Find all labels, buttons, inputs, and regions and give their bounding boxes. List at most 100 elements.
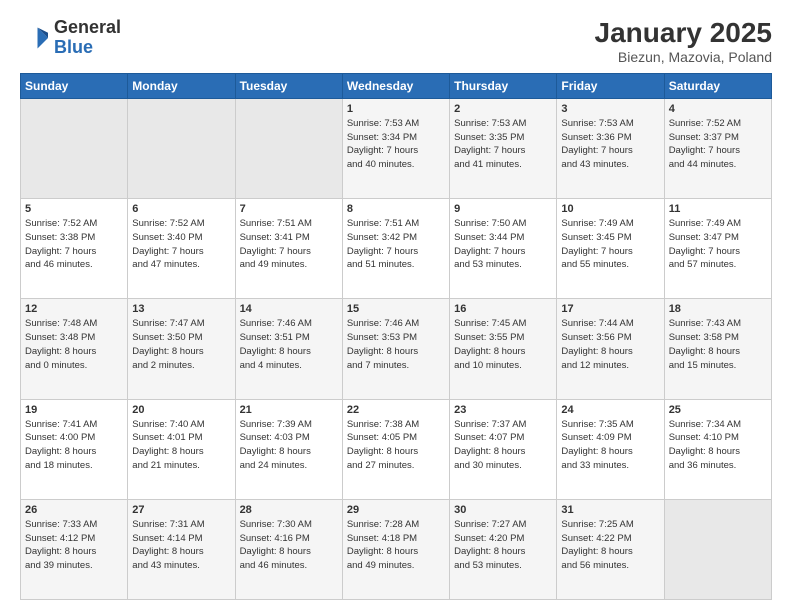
day-number: 4 (669, 103, 767, 115)
calendar-week-4: 19 Sunrise: 7:41 AM Sunset: 4:00 PM Dayli… (21, 399, 772, 499)
calendar-header-row: SundayMondayTuesdayWednesdayThursdayFrid… (21, 73, 772, 98)
calendar-cell: 23 Sunrise: 7:37 AM Sunset: 4:07 PM Dayli… (450, 399, 557, 499)
day-info: Sunrise: 7:49 AM Sunset: 3:45 PM Dayligh… (561, 217, 659, 272)
day-header-tuesday: Tuesday (235, 73, 342, 98)
day-number: 7 (240, 203, 338, 215)
calendar-cell (21, 98, 128, 198)
day-info: Sunrise: 7:48 AM Sunset: 3:48 PM Dayligh… (25, 317, 123, 372)
day-number: 18 (669, 303, 767, 315)
day-header-monday: Monday (128, 73, 235, 98)
day-info: Sunrise: 7:53 AM Sunset: 3:36 PM Dayligh… (561, 117, 659, 172)
calendar-cell: 22 Sunrise: 7:38 AM Sunset: 4:05 PM Dayli… (342, 399, 449, 499)
day-number: 20 (132, 404, 230, 416)
calendar-cell: 25 Sunrise: 7:34 AM Sunset: 4:10 PM Dayli… (664, 399, 771, 499)
day-info: Sunrise: 7:39 AM Sunset: 4:03 PM Dayligh… (240, 418, 338, 473)
day-info: Sunrise: 7:46 AM Sunset: 3:51 PM Dayligh… (240, 317, 338, 372)
calendar-cell: 29 Sunrise: 7:28 AM Sunset: 4:18 PM Dayli… (342, 499, 449, 599)
calendar-week-3: 12 Sunrise: 7:48 AM Sunset: 3:48 PM Dayli… (21, 299, 772, 399)
day-number: 11 (669, 203, 767, 215)
day-header-friday: Friday (557, 73, 664, 98)
day-number: 10 (561, 203, 659, 215)
day-number: 23 (454, 404, 552, 416)
calendar-cell: 14 Sunrise: 7:46 AM Sunset: 3:51 PM Dayli… (235, 299, 342, 399)
calendar-week-5: 26 Sunrise: 7:33 AM Sunset: 4:12 PM Dayli… (21, 499, 772, 599)
calendar-cell: 24 Sunrise: 7:35 AM Sunset: 4:09 PM Dayli… (557, 399, 664, 499)
day-number: 24 (561, 404, 659, 416)
calendar-cell: 15 Sunrise: 7:46 AM Sunset: 3:53 PM Dayli… (342, 299, 449, 399)
day-info: Sunrise: 7:45 AM Sunset: 3:55 PM Dayligh… (454, 317, 552, 372)
day-info: Sunrise: 7:31 AM Sunset: 4:14 PM Dayligh… (132, 518, 230, 573)
calendar-cell: 17Sunrise: 7:44 AM Sunset: 3:56 PM Dayli… (557, 299, 664, 399)
calendar-cell: 5 Sunrise: 7:52 AM Sunset: 3:38 PM Daylig… (21, 199, 128, 299)
calendar-cell (128, 98, 235, 198)
day-number: 9 (454, 203, 552, 215)
day-number: 13 (132, 303, 230, 315)
day-number: 19 (25, 404, 123, 416)
day-info: Sunrise: 7:52 AM Sunset: 3:38 PM Dayligh… (25, 217, 123, 272)
calendar-cell: 13 Sunrise: 7:47 AM Sunset: 3:50 PM Dayli… (128, 299, 235, 399)
day-info: Sunrise: 7:41 AM Sunset: 4:00 PM Dayligh… (25, 418, 123, 473)
day-number: 22 (347, 404, 445, 416)
logo-blue-text: Blue (54, 37, 93, 57)
day-number: 6 (132, 203, 230, 215)
calendar-cell: 27 Sunrise: 7:31 AM Sunset: 4:14 PM Dayli… (128, 499, 235, 599)
calendar-week-1: 1 Sunrise: 7:53 AM Sunset: 3:34 PM Daylig… (21, 98, 772, 198)
day-info: Sunrise: 7:28 AM Sunset: 4:18 PM Dayligh… (347, 518, 445, 573)
day-number: 21 (240, 404, 338, 416)
day-number: 1 (347, 103, 445, 115)
day-info: Sunrise: 7:44 AM Sunset: 3:56 PM Dayligh… (561, 317, 659, 372)
day-info: Sunrise: 7:49 AM Sunset: 3:47 PM Dayligh… (669, 217, 767, 272)
day-number: 14 (240, 303, 338, 315)
page: General Blue January 2025 Biezun, Mazovi… (0, 0, 792, 612)
title-block: January 2025 Biezun, Mazovia, Poland (595, 18, 772, 65)
day-info: Sunrise: 7:30 AM Sunset: 4:16 PM Dayligh… (240, 518, 338, 573)
calendar-cell: 19 Sunrise: 7:41 AM Sunset: 4:00 PM Dayli… (21, 399, 128, 499)
day-info: Sunrise: 7:25 AM Sunset: 4:22 PM Dayligh… (561, 518, 659, 573)
calendar-cell: 6Sunrise: 7:52 AM Sunset: 3:40 PM Daylig… (128, 199, 235, 299)
logo-text: General Blue (54, 18, 121, 58)
day-info: Sunrise: 7:37 AM Sunset: 4:07 PM Dayligh… (454, 418, 552, 473)
calendar-title: January 2025 (595, 18, 772, 49)
calendar-cell: 16Sunrise: 7:45 AM Sunset: 3:55 PM Dayli… (450, 299, 557, 399)
day-info: Sunrise: 7:52 AM Sunset: 3:37 PM Dayligh… (669, 117, 767, 172)
day-info: Sunrise: 7:35 AM Sunset: 4:09 PM Dayligh… (561, 418, 659, 473)
day-number: 28 (240, 504, 338, 516)
day-info: Sunrise: 7:53 AM Sunset: 3:35 PM Dayligh… (454, 117, 552, 172)
day-number: 15 (347, 303, 445, 315)
calendar-cell: 2Sunrise: 7:53 AM Sunset: 3:35 PM Daylig… (450, 98, 557, 198)
calendar-cell: 18 Sunrise: 7:43 AM Sunset: 3:58 PM Dayli… (664, 299, 771, 399)
calendar-cell: 7Sunrise: 7:51 AM Sunset: 3:41 PM Daylig… (235, 199, 342, 299)
day-info: Sunrise: 7:38 AM Sunset: 4:05 PM Dayligh… (347, 418, 445, 473)
day-info: Sunrise: 7:43 AM Sunset: 3:58 PM Dayligh… (669, 317, 767, 372)
day-info: Sunrise: 7:53 AM Sunset: 3:34 PM Dayligh… (347, 117, 445, 172)
day-number: 31 (561, 504, 659, 516)
calendar-cell: 8Sunrise: 7:51 AM Sunset: 3:42 PM Daylig… (342, 199, 449, 299)
day-number: 25 (669, 404, 767, 416)
calendar-cell: 21 Sunrise: 7:39 AM Sunset: 4:03 PM Dayli… (235, 399, 342, 499)
header: General Blue January 2025 Biezun, Mazovi… (20, 18, 772, 65)
calendar-cell: 26 Sunrise: 7:33 AM Sunset: 4:12 PM Dayli… (21, 499, 128, 599)
day-info: Sunrise: 7:47 AM Sunset: 3:50 PM Dayligh… (132, 317, 230, 372)
calendar-cell (664, 499, 771, 599)
calendar-cell: 31 Sunrise: 7:25 AM Sunset: 4:22 PM Dayli… (557, 499, 664, 599)
calendar-cell (235, 98, 342, 198)
day-header-sunday: Sunday (21, 73, 128, 98)
day-number: 29 (347, 504, 445, 516)
calendar-cell: 4 Sunrise: 7:52 AM Sunset: 3:37 PM Daylig… (664, 98, 771, 198)
day-info: Sunrise: 7:50 AM Sunset: 3:44 PM Dayligh… (454, 217, 552, 272)
calendar-cell: 11 Sunrise: 7:49 AM Sunset: 3:47 PM Dayli… (664, 199, 771, 299)
day-number: 3 (561, 103, 659, 115)
day-header-saturday: Saturday (664, 73, 771, 98)
day-info: Sunrise: 7:33 AM Sunset: 4:12 PM Dayligh… (25, 518, 123, 573)
calendar-cell: 20Sunrise: 7:40 AM Sunset: 4:01 PM Dayli… (128, 399, 235, 499)
day-number: 12 (25, 303, 123, 315)
day-number: 27 (132, 504, 230, 516)
day-number: 26 (25, 504, 123, 516)
calendar-table: SundayMondayTuesdayWednesdayThursdayFrid… (20, 73, 772, 600)
day-number: 5 (25, 203, 123, 215)
day-info: Sunrise: 7:46 AM Sunset: 3:53 PM Dayligh… (347, 317, 445, 372)
calendar-cell: 3 Sunrise: 7:53 AM Sunset: 3:36 PM Daylig… (557, 98, 664, 198)
day-info: Sunrise: 7:51 AM Sunset: 3:42 PM Dayligh… (347, 217, 445, 272)
day-info: Sunrise: 7:27 AM Sunset: 4:20 PM Dayligh… (454, 518, 552, 573)
day-info: Sunrise: 7:34 AM Sunset: 4:10 PM Dayligh… (669, 418, 767, 473)
